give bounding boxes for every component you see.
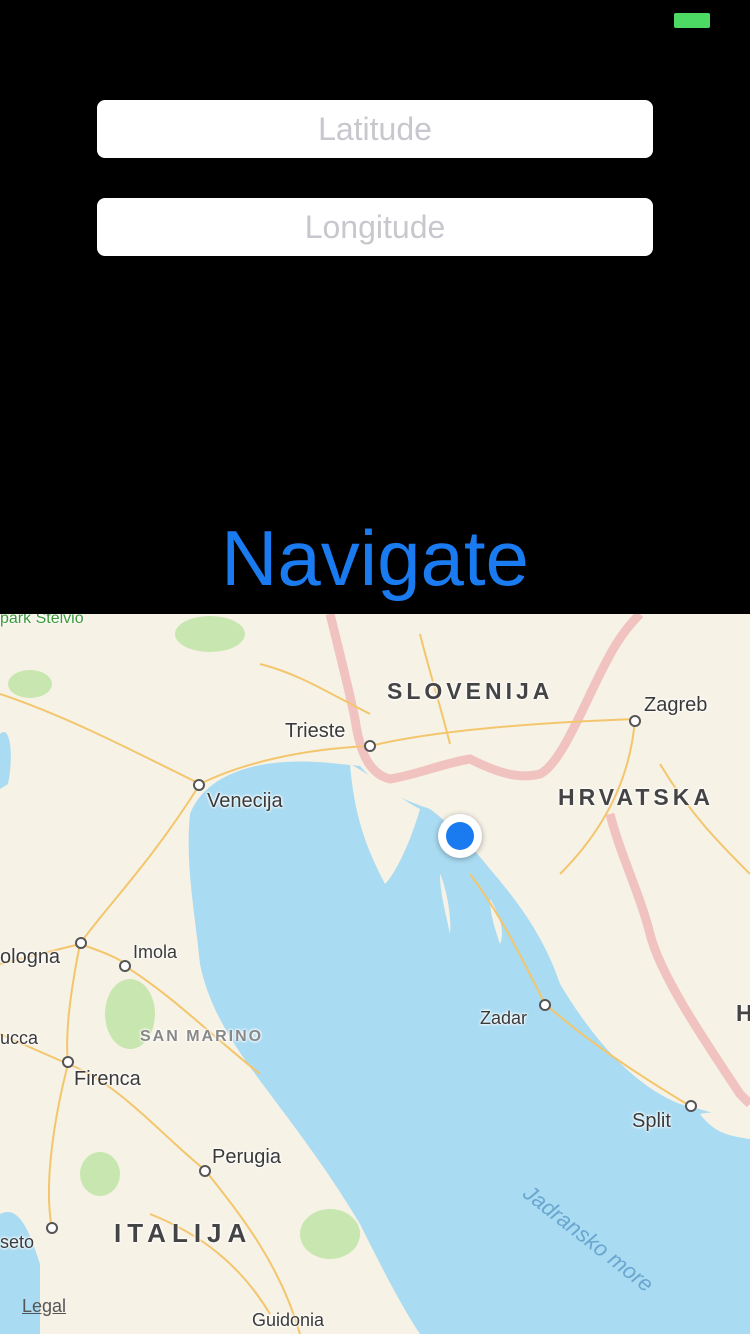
city-label-bologna: ologna <box>0 946 61 968</box>
legal-link[interactable]: Legal <box>22 1296 66 1317</box>
country-label-san-marino: SAN MARINO <box>140 1028 264 1045</box>
city-label-split: Split <box>632 1110 671 1132</box>
city-label-pesaro: seto <box>0 1232 35 1252</box>
city-label-trieste: Trieste <box>285 720 346 742</box>
border-croatia <box>605 812 750 1108</box>
park-area <box>175 616 245 652</box>
country-label-hrvatska: HRVATSKA <box>558 784 714 810</box>
city-label-guidonia: Guidonia <box>252 1310 325 1330</box>
lake <box>0 732 11 789</box>
latitude-input[interactable] <box>97 100 653 158</box>
city-label-imola: Imola <box>133 942 178 962</box>
edge-label: H <box>736 1000 750 1026</box>
map-view[interactable]: park Stelvio SLOVENIJA Zagreb Trieste Ve… <box>0 614 750 1334</box>
city-label-lucca: ucca <box>0 1028 39 1048</box>
country-label-italija: ITALIJA <box>114 1218 253 1248</box>
city-label-zagreb: Zagreb <box>644 694 708 716</box>
city-label-venecija: Venecija <box>207 790 283 812</box>
city-label-perugia: Perugia <box>212 1146 281 1168</box>
country-label-slovenija: SLOVENIJA <box>387 678 554 704</box>
user-location-dot[interactable] <box>438 814 482 858</box>
park-label: park Stelvio <box>0 614 84 627</box>
city-label-zadar: Zadar <box>480 1008 528 1028</box>
park-area <box>8 670 52 698</box>
navigate-button[interactable]: Navigate <box>0 508 750 608</box>
park-area <box>300 1209 360 1259</box>
battery-icon <box>674 13 710 28</box>
longitude-input[interactable] <box>97 198 653 256</box>
map-graphics <box>0 614 750 1334</box>
park-area <box>80 1152 120 1196</box>
status-bar <box>0 0 750 40</box>
city-label-firenca: Firenca <box>74 1068 141 1090</box>
